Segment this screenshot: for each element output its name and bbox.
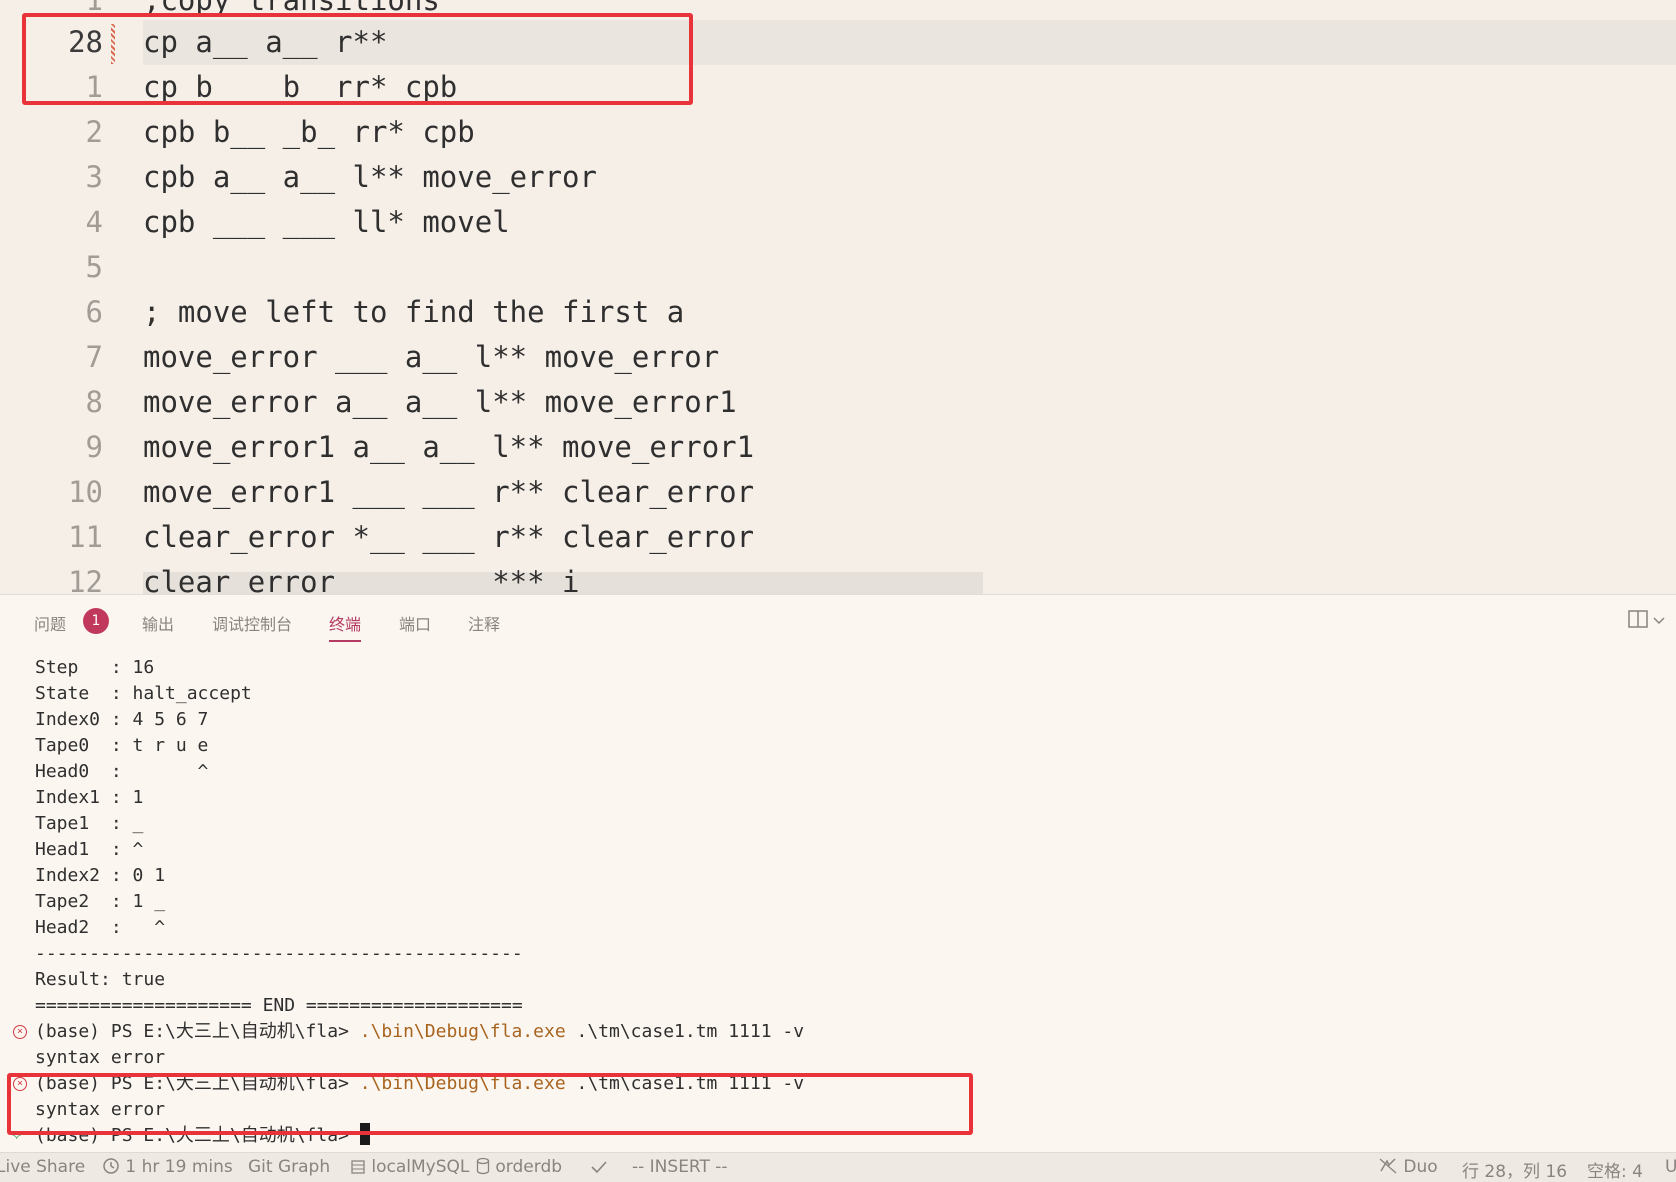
- terminal-output[interactable]: Step : 16 State : halt_accept Index0 : 4…: [0, 655, 1676, 1155]
- line-code[interactable]: ; move left to find the first a: [143, 290, 684, 335]
- line-code[interactable]: move_error a__ a__ l** move_error1: [143, 380, 737, 425]
- terminal-line: Index0 : 4 5 6 7: [35, 709, 209, 730]
- live-share-button[interactable]: Live Share: [0, 1157, 85, 1177]
- line-code[interactable]: cpb a__ a__ l** move_error: [143, 155, 597, 200]
- command-args: .\tm\case1.tm 1111 -v: [565, 1021, 805, 1042]
- database-label: orderdb: [495, 1157, 563, 1177]
- line-number: 9: [85, 430, 103, 464]
- line-code[interactable]: cpb b__ _b_ rr* cpb: [143, 110, 475, 155]
- session-time-item[interactable]: 1 hr 19 mins: [102, 1157, 233, 1177]
- editor-line[interactable]: 11 clear_error *__ ___ r** clear_error: [0, 515, 1676, 560]
- command-executable: .\bin\Debug\fla.exe: [359, 1021, 566, 1042]
- cursor-position[interactable]: 行 28，列 16: [1462, 1157, 1567, 1182]
- mysql-connection-label: localMySQL: [371, 1157, 470, 1177]
- terminal-command-line: (base) PS E:\大三上\自动机\fla> .\bin\Debug\fl…: [35, 1019, 804, 1045]
- database-icon: [476, 1157, 490, 1175]
- tab-problems[interactable]: 问题: [34, 611, 66, 635]
- terminal-line: Head0 : ^: [35, 761, 209, 782]
- duo-item[interactable]: Duo: [1378, 1157, 1438, 1177]
- line-number: 3: [85, 160, 103, 194]
- tab-output[interactable]: 输出: [142, 611, 174, 635]
- prompt: (base) PS E:\大三上\自动机\fla>: [35, 1021, 360, 1042]
- check-icon[interactable]: [590, 1157, 608, 1177]
- chevron-down-icon[interactable]: [1652, 612, 1666, 631]
- line-code[interactable]: move_error ___ a__ l** move_error: [143, 335, 719, 380]
- server-icon: [351, 1160, 365, 1174]
- editor-line[interactable]: 3 cpb a__ a__ l** move_error: [0, 155, 1676, 200]
- line-number: 8: [85, 385, 103, 419]
- line-code[interactable]: move_error1 a__ a__ l** move_error1: [143, 425, 754, 470]
- encoding-setting[interactable]: U: [1665, 1157, 1676, 1177]
- line-number: 6: [85, 295, 103, 329]
- line-number: 5: [85, 250, 103, 284]
- line-number: 12: [68, 565, 103, 594]
- terminal-line: Tape2 : 1 _: [35, 891, 166, 912]
- editor-line[interactable]: 5: [0, 245, 1676, 290]
- annotation-highlight-box: [22, 13, 693, 105]
- vim-mode-indicator: -- INSERT --: [632, 1157, 728, 1177]
- indentation-setting[interactable]: 空格: 4: [1587, 1157, 1643, 1182]
- line-code[interactable]: cpb ___ ___ ll* movel: [143, 200, 510, 245]
- history-icon: [103, 1158, 119, 1174]
- mysql-connection-item[interactable]: localMySQL: [350, 1157, 469, 1177]
- tab-terminal[interactable]: 终端: [329, 611, 362, 642]
- line-number: 11: [68, 520, 103, 554]
- editor-line[interactable]: 12 clear_error *** i: [0, 560, 1676, 594]
- line-number: 2: [85, 115, 103, 149]
- editor-line[interactable]: 6 ; move left to find the first a: [0, 290, 1676, 335]
- editor-line[interactable]: 10 move_error1 ___ ___ r** clear_error: [0, 470, 1676, 515]
- terminal-line: Index2 : 0 1: [35, 865, 166, 886]
- terminal-line: Tape0 : t r u e: [35, 735, 209, 756]
- session-time: 1 hr 19 mins: [125, 1157, 233, 1177]
- line-number: 7: [85, 340, 103, 374]
- status-bar: Live Share 1 hr 19 mins Git Graph localM…: [0, 1152, 1676, 1182]
- tab-comments[interactable]: 注释: [468, 611, 500, 635]
- terminal-line: Index1 : 1: [35, 787, 144, 808]
- split-panel-icon[interactable]: [1628, 610, 1648, 632]
- line-code[interactable]: clear_error *__ ___ r** clear_error: [143, 515, 754, 560]
- terminal-line: Result: true: [35, 969, 166, 990]
- terminal-line: Step : 16: [35, 657, 155, 678]
- line-code[interactable]: move_error1 ___ ___ r** clear_error: [143, 470, 754, 515]
- code-editor[interactable]: 1 ;copy transitions 28 cp a__ a__ r** 1 …: [0, 0, 1676, 594]
- duo-icon: [1379, 1158, 1397, 1174]
- editor-line[interactable]: 4 cpb ___ ___ ll* movel: [0, 200, 1676, 245]
- editor-line[interactable]: 7 move_error ___ a__ l** move_error: [0, 335, 1676, 380]
- editor-line[interactable]: 8 move_error a__ a__ l** move_error1: [0, 380, 1676, 425]
- git-graph-button[interactable]: Git Graph: [248, 1157, 330, 1177]
- annotation-highlight-box: [7, 1073, 973, 1135]
- duo-label: Duo: [1403, 1157, 1438, 1177]
- problems-count-badge: 1: [83, 608, 109, 634]
- database-item[interactable]: orderdb: [476, 1157, 562, 1177]
- line-number: 4: [85, 205, 103, 239]
- terminal-error-output: syntax error: [35, 1047, 166, 1068]
- terminal-line: ----------------------------------------…: [35, 943, 523, 964]
- terminal-line: Head1 : ^: [35, 839, 144, 860]
- terminal-line: State : halt_accept: [35, 683, 252, 704]
- panel-tab-bar: 问题 1 输出 调试控制台 终端 端口 注释: [0, 595, 1676, 645]
- editor-line[interactable]: 2 cpb b__ _b_ rr* cpb: [0, 110, 1676, 155]
- bottom-panel: 问题 1 输出 调试控制台 终端 端口 注释 Step : 16 State :…: [0, 594, 1676, 1153]
- error-circle-icon[interactable]: ×: [13, 1025, 27, 1039]
- tab-debug-console[interactable]: 调试控制台: [212, 611, 292, 635]
- line-number: 10: [68, 475, 103, 509]
- editor-line[interactable]: 9 move_error1 a__ a__ l** move_error1: [0, 425, 1676, 470]
- terminal-line: Tape1 : _: [35, 813, 144, 834]
- terminal-line: ==================== END ===============…: [35, 995, 523, 1016]
- terminal-line: Head2 : ^: [35, 917, 166, 938]
- line-code[interactable]: clear_error *** i: [143, 560, 580, 594]
- tab-ports[interactable]: 端口: [399, 611, 431, 635]
